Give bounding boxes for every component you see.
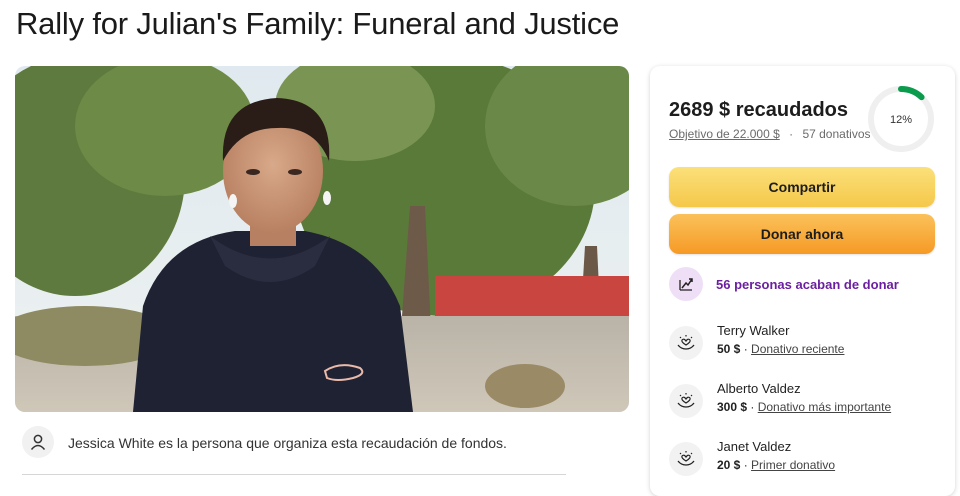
donor-item: Alberto Valdez 300 $ · Donativo más impo…: [669, 381, 939, 425]
campaign-photo: [15, 66, 629, 412]
donor-item: Janet Valdez 20 $ · Primer donativo: [669, 439, 939, 483]
donor-name: Terry Walker: [717, 323, 790, 338]
organizer-info: Jessica White es la persona que organiza…: [22, 426, 566, 475]
goal-line: Objetivo de 22.000 $ · 57 donativos: [669, 127, 871, 141]
goal-link[interactable]: Objetivo de 22.000 $: [669, 127, 780, 141]
donor-tag-link[interactable]: Donativo reciente: [751, 342, 844, 356]
separator: ·: [789, 127, 794, 141]
donor-amount: 20 $: [717, 458, 741, 472]
donor-name: Janet Valdez: [717, 439, 792, 454]
recent-donations-banner[interactable]: 56 personas acaban de donar: [669, 266, 899, 302]
donor-meta: 300 $ · Donativo más importante: [717, 400, 891, 414]
meta-sep: ·: [750, 400, 755, 414]
page-title: Rally for Julian's Family: Funeral and J…: [16, 6, 620, 41]
donor-tag-link[interactable]: Donativo más importante: [758, 400, 891, 414]
donor-meta: 50 $ · Donativo reciente: [717, 342, 844, 356]
donor-amount: 50 $: [717, 342, 741, 356]
amount-raised: 2689 $ recaudados: [669, 99, 848, 122]
heart-hands-icon: [669, 384, 703, 418]
raised-amount: 2689 $: [669, 99, 731, 121]
donor-amount: 300 $: [717, 400, 748, 414]
user-icon: [22, 426, 54, 458]
donor-tag-link[interactable]: Primer donativo: [751, 458, 835, 472]
trending-up-icon: [669, 267, 703, 301]
heart-hands-icon: [669, 442, 703, 476]
meta-sep: ·: [743, 458, 748, 472]
share-button[interactable]: Compartir: [669, 167, 935, 207]
progress-percent: 12%: [890, 114, 912, 126]
meta-sep: ·: [743, 342, 748, 356]
donor-meta: 20 $ · Primer donativo: [717, 458, 835, 472]
donor-name: Alberto Valdez: [717, 381, 801, 396]
recent-donations-text: 56 personas acaban de donar: [716, 276, 899, 292]
heart-hands-icon: [669, 326, 703, 360]
organizer-text: Jessica White es la persona que organiza…: [68, 435, 507, 451]
donation-panel: 2689 $ recaudados Objetivo de 22.000 $ ·…: [650, 66, 955, 496]
progress-ring: 12%: [866, 84, 936, 154]
donate-now-button[interactable]: Donar ahora: [669, 214, 935, 254]
donations-count: 57 donativos: [802, 127, 871, 141]
donor-item: Terry Walker 50 $ · Donativo reciente: [669, 323, 939, 367]
raised-suffix: recaudados: [730, 99, 848, 121]
